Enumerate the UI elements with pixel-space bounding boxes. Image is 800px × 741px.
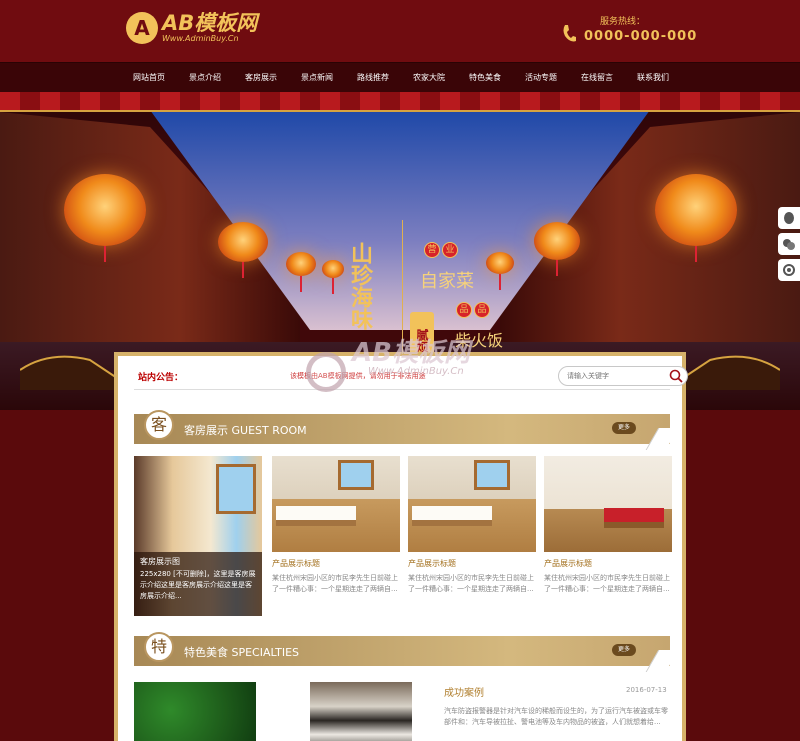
case-date: 2016-07-13 — [626, 686, 667, 694]
main-nav: 网站首页 景点介绍 客房展示 景点新闻 路线推荐 农家大院 特色美食 活动专题 … — [0, 62, 800, 92]
lantern-icon — [218, 222, 268, 278]
room-card[interactable]: 客房展示图 225x280 [不可删除]，这里是客房展示介绍这里是客房展示介绍这… — [134, 456, 262, 616]
roof-eave-left-icon — [20, 355, 120, 390]
roof-eave-right-icon — [680, 355, 780, 390]
rooms-section-header: 客 客房展示 GUEST ROOM 更多 — [134, 410, 679, 450]
search-icon[interactable] — [669, 369, 683, 383]
nav-item-events[interactable]: 活动专题 — [513, 63, 569, 93]
room-bed — [412, 506, 492, 526]
nav-item-home[interactable]: 网站首页 — [121, 63, 177, 93]
food-photo[interactable] — [310, 682, 412, 741]
food-more-button[interactable]: 更多 — [612, 644, 636, 656]
banner-badge: 品 — [456, 302, 472, 318]
search-input[interactable] — [567, 370, 663, 382]
lantern-icon — [286, 252, 316, 292]
food-list: 成功案例 2016-07-13 汽车防盗报警器是针对汽车设的稀般而设生的，为了运… — [134, 682, 674, 741]
food-section-header: 特 特色美食 SPECIALTIES 更多 — [134, 632, 679, 672]
case-desc: 汽车防盗报警器是针对汽车设的稀般而设生的，为了运行汽车被盗或车零部件和：汽车导被… — [444, 707, 668, 726]
room-window — [474, 460, 510, 490]
nav-item-message[interactable]: 在线留言 — [569, 63, 625, 93]
main-content: 站内公告： 该模板由AB模板网提供，请勿用于非法用途 客 客房展示 GUEST … — [114, 352, 688, 741]
rooms-section-icon: 客 — [144, 410, 174, 440]
room-bed — [604, 508, 664, 528]
banner-badge: 业 — [442, 242, 458, 258]
logo-name: AB模板网 — [162, 11, 258, 35]
room-desc: 某住杭州宋园小区的市民李先生日前碰上了一件糟心事：一个星期连走了两辆自... — [272, 574, 398, 593]
food-section-title: 特色美食 SPECIALTIES — [184, 646, 300, 659]
nav-item-contact[interactable]: 联系我们 — [625, 63, 681, 93]
side-toolbar — [778, 207, 800, 285]
lantern-icon — [322, 260, 344, 294]
food-section-icon: 特 — [144, 632, 174, 662]
banner-slogan-shanzhen: 山珍海味 — [347, 242, 373, 330]
room-photo[interactable] — [544, 456, 672, 552]
banner-slogan-homemade: 自家菜 — [420, 271, 474, 292]
logo-mark: A — [126, 12, 158, 44]
room-desc: 某住杭州宋园小区的市民李先生日前碰上了一件糟心事：一个星期连走了两辆自... — [408, 574, 534, 593]
banner-curtain — [0, 92, 800, 112]
hotline-label: 服务热线： — [600, 17, 646, 27]
room-card[interactable]: 产品展示标题 某住杭州宋园小区的市民李先生日前碰上了一件糟心事：一个星期连走了两… — [272, 456, 400, 616]
lantern-icon — [486, 252, 514, 290]
nav-item-farmyard[interactable]: 农家大院 — [401, 63, 457, 93]
room-desc: 225x280 [不可删除]，这里是客房展示介绍这里是客房展示介绍这里是客房展示… — [140, 570, 256, 600]
notice-text[interactable]: 该模板由AB模板网提供，请勿用于非法用途 — [290, 371, 480, 381]
nav-item-rooms[interactable]: 客房展示 — [233, 63, 289, 93]
food-photo[interactable] — [134, 682, 256, 741]
nav-item-attractions[interactable]: 景点介绍 — [177, 63, 233, 93]
section-corner — [645, 428, 679, 450]
site-header: A AB模板网 Www.AdminBuy.Cn 服务热线： 0000-000-0… — [0, 0, 800, 62]
search-box — [558, 366, 688, 386]
nav-item-routes[interactable]: 路线推荐 — [345, 63, 401, 93]
room-card[interactable]: 产品展示标题 某住杭州宋园小区的市民李先生日前碰上了一件糟心事：一个星期连走了两… — [408, 456, 536, 616]
room-photo[interactable]: 客房展示图 225x280 [不可删除]，这里是客房展示介绍这里是客房展示介绍这… — [134, 456, 262, 616]
wechat-icon[interactable] — [778, 233, 800, 255]
logo-url: Www.AdminBuy.Cn — [162, 34, 239, 43]
room-name: 产品展示标题 — [408, 559, 456, 568]
room-name: 产品展示标题 — [272, 559, 320, 568]
phone-icon — [563, 25, 576, 42]
nav-item-news[interactable]: 景点新闻 — [289, 63, 345, 93]
rooms-list: 客房展示图 225x280 [不可删除]，这里是客房展示介绍这里是客房展示介绍这… — [134, 456, 674, 616]
room-bed — [276, 506, 356, 526]
room-window — [338, 460, 374, 490]
hotline: 服务热线： 0000-000-000 — [562, 16, 697, 46]
room-name: 客房展示图 — [140, 557, 180, 566]
nav-item-food[interactable]: 特色美食 — [457, 63, 513, 93]
room-window — [216, 464, 256, 514]
banner-badge: 品 — [474, 302, 490, 318]
banner-slogan-chaihuo: 柴火饭 — [455, 331, 504, 350]
room-card[interactable]: 产品展示标题 某住杭州宋园小区的市民李先生日前碰上了一件糟心事：一个星期连走了两… — [544, 456, 672, 616]
room-photo[interactable] — [408, 456, 536, 552]
notice-label: 站内公告： — [138, 373, 184, 383]
room-desc: 某住杭州宋园小区的市民李先生日前碰上了一件糟心事：一个星期连走了两辆自... — [544, 574, 670, 593]
notice-bar: 站内公告： 该模板由AB模板网提供，请勿用于非法用途 — [134, 364, 688, 390]
case-title[interactable]: 成功案例 — [444, 684, 484, 699]
rooms-more-button[interactable]: 更多 — [612, 422, 636, 434]
lantern-icon — [655, 174, 737, 262]
section-corner — [645, 650, 679, 672]
room-caption: 客房展示图 225x280 [不可删除]，这里是客房展示介绍这里是客房展示介绍这… — [134, 552, 262, 616]
rooms-section-title: 客房展示 GUEST ROOM — [184, 424, 307, 437]
banner-badge: 营 — [424, 242, 440, 258]
room-name: 产品展示标题 — [544, 559, 592, 568]
room-photo[interactable] — [272, 456, 400, 552]
site-logo[interactable]: A AB模板网 Www.AdminBuy.Cn — [126, 12, 257, 44]
lantern-icon — [64, 174, 146, 262]
share-icon[interactable] — [778, 259, 800, 281]
qq-icon[interactable] — [778, 207, 800, 229]
hotline-number: 0000-000-000 — [584, 29, 698, 44]
lantern-icon — [534, 222, 580, 276]
